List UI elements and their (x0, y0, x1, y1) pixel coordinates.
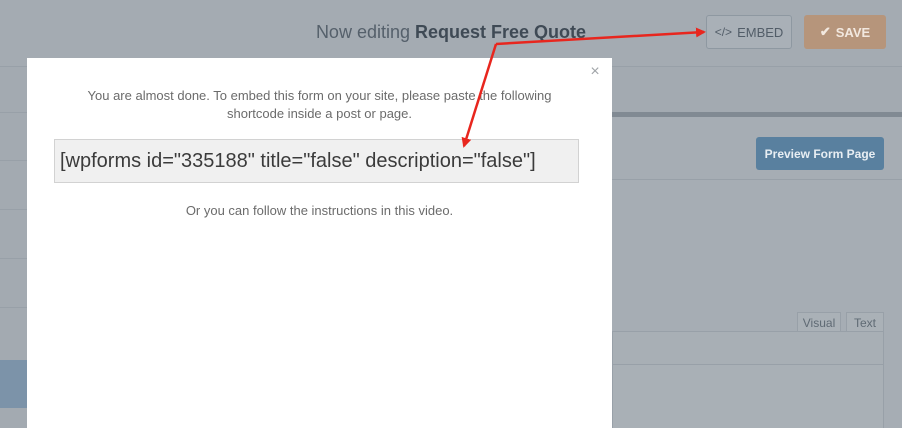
editing-prefix: Now editing (315, 22, 410, 42)
check-icon: ✔ (819, 24, 831, 39)
save-label: SAVE (835, 24, 871, 40)
code-icon: </> (714, 25, 733, 39)
form-builder-toolbar: Now editing Request Free Quote </> EMBED… (0, 0, 902, 67)
form-name: Request Free Quote (415, 22, 587, 42)
editor-toolbar (612, 331, 884, 365)
tab-visual[interactable]: Visual (797, 312, 841, 332)
embed-label: EMBED (737, 24, 784, 40)
tab-text[interactable]: Text (846, 312, 884, 332)
editor-content[interactable] (612, 365, 884, 428)
video-instructions-text: Or you can follow the instructions in th… (185, 203, 454, 218)
panel-tab-strip (612, 67, 902, 117)
sidebar-divider (0, 112, 27, 113)
sidebar-active-item[interactable] (0, 360, 27, 408)
preview-form-page-button[interactable]: Preview Form Page (756, 137, 884, 170)
shortcode-input[interactable]: [wpforms id="335188" title="false" descr… (54, 139, 579, 183)
panel-divider (612, 179, 902, 180)
instructions-line-2: shortcode inside a post or page. (226, 106, 412, 121)
instructions-line-1: You are almost done. To embed this form … (87, 88, 552, 103)
save-button[interactable]: ✔ SAVE (804, 15, 886, 49)
embed-button[interactable]: </> EMBED (706, 15, 792, 49)
sidebar-divider (0, 160, 27, 161)
embed-instructions: You are almost done. To embed this form … (27, 87, 612, 123)
sidebar-divider (0, 209, 27, 210)
left-sidebar (0, 67, 27, 428)
close-icon[interactable]: × (587, 64, 603, 80)
sidebar-divider (0, 258, 27, 259)
sidebar-divider (0, 307, 27, 308)
